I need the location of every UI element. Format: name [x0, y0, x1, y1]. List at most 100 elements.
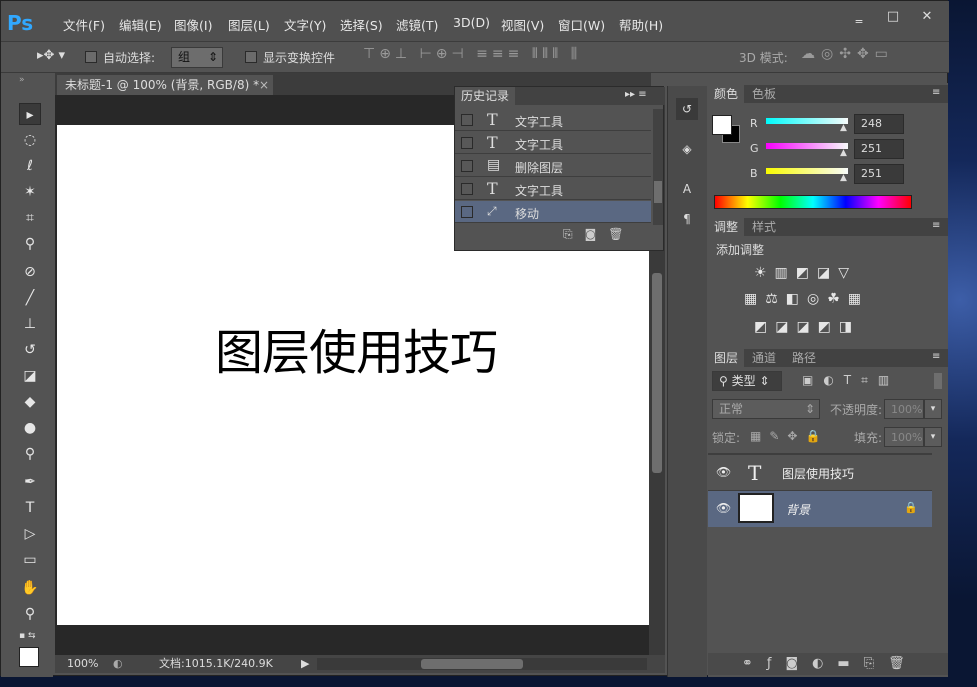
pen-tool-icon[interactable]: ✒	[19, 471, 41, 493]
history-snapshot-box[interactable]	[461, 206, 473, 218]
menu-edit[interactable]: 编辑(E)	[119, 15, 162, 34]
path-select-icon[interactable]: ▷	[19, 523, 41, 545]
character-panel-icon[interactable]: A	[676, 178, 698, 200]
tab-color[interactable]: 颜色	[708, 85, 745, 103]
menu-view[interactable]: 视图(V)	[501, 15, 544, 34]
layer-kind-filter[interactable]: ⚲ 类型 ⇕	[712, 371, 782, 391]
panel-menu-icon[interactable]: ≡	[932, 351, 940, 362]
opacity-input[interactable]: 100%	[884, 399, 924, 419]
paragraph-panel-icon[interactable]: ¶	[676, 208, 698, 230]
visibility-eye-icon[interactable]: 👁	[716, 501, 731, 515]
marquee-tool-icon[interactable]: ◌	[19, 129, 41, 151]
history-item[interactable]: ▤ 删除图层	[455, 155, 651, 177]
default-colors-icon[interactable]: ▪ ⇆	[19, 631, 36, 641]
history-item[interactable]: T 文字工具	[455, 178, 651, 200]
layer-name[interactable]: 背景	[786, 501, 810, 518]
lasso-tool-icon[interactable]: ℓ	[19, 155, 41, 177]
menu-layer[interactable]: 图层(L)	[228, 15, 270, 34]
3d-mode-icons[interactable]: ☁◎✣✥▭	[801, 46, 894, 62]
close-tab-icon[interactable]: ×	[259, 75, 269, 95]
tab-styles[interactable]: 样式	[746, 218, 782, 236]
layers-footer-icons[interactable]: ⚭ƒ◙◐▬⎘🗑	[742, 656, 919, 671]
foreground-color-swatch[interactable]	[712, 115, 732, 135]
history-snapshot-box[interactable]	[461, 137, 473, 149]
stamp-tool-icon[interactable]: ⊥	[19, 313, 41, 335]
canvas-text[interactable]: 图层使用技巧	[215, 313, 498, 383]
magic-wand-tool-icon[interactable]: ✶	[19, 181, 41, 203]
menu-3d[interactable]: 3D(D)	[453, 15, 490, 30]
dropdown-arrow-icon[interactable]: ▾	[924, 427, 942, 447]
share-icon[interactable]: ◐	[113, 655, 123, 673]
history-scroll-thumb[interactable]	[654, 181, 662, 203]
dodge-tool-icon[interactable]: ⚲	[19, 443, 41, 465]
layer-filter-icons[interactable]: ▣◐T⌗▥	[802, 373, 899, 388]
blend-mode-dropdown[interactable]: 正常 ⇕	[712, 399, 820, 419]
auto-select-dropdown[interactable]: 组 ⇕	[171, 47, 223, 68]
blur-tool-icon[interactable]: ●	[19, 417, 41, 439]
layer-row-text[interactable]: 👁 T 图层使用技巧	[708, 455, 932, 491]
panel-menu-icon[interactable]: ▸▸ ≡	[625, 89, 647, 100]
menu-image[interactable]: 图像(I)	[174, 15, 212, 34]
g-value-input[interactable]: 251	[854, 139, 904, 159]
close-button[interactable]: ✕	[907, 7, 947, 27]
zoom-tool-icon[interactable]: ⚲	[19, 603, 41, 625]
status-menu-arrow-icon[interactable]: ▶	[301, 655, 309, 673]
history-footer-icons[interactable]: ⎘◙🗑	[563, 227, 635, 242]
adjustment-icons-row-1[interactable]: ☀▥◩◪▽	[754, 265, 857, 281]
history-snapshot-box[interactable]	[461, 114, 473, 126]
fill-input[interactable]: 100%	[884, 427, 924, 447]
type-tool-icon[interactable]: T	[19, 497, 41, 519]
move-tool-preset-icon[interactable]: ▸✥ ▾	[37, 48, 65, 63]
color-spectrum-bar[interactable]	[714, 195, 912, 209]
history-snapshot-box[interactable]	[461, 183, 473, 195]
b-value-input[interactable]: 251	[854, 164, 904, 184]
healing-brush-icon[interactable]: ⊘	[19, 261, 41, 283]
auto-select-checkbox[interactable]	[85, 51, 97, 63]
tab-swatches[interactable]: 色板	[746, 85, 782, 103]
history-item[interactable]: T 文字工具	[455, 109, 651, 131]
crop-tool-icon[interactable]: ⌗	[19, 207, 41, 229]
dropdown-arrow-icon[interactable]: ▾	[924, 399, 942, 419]
visibility-eye-icon[interactable]: 👁	[716, 465, 731, 479]
zoom-level[interactable]: 100%	[67, 655, 98, 673]
foreground-color-swatch[interactable]	[19, 647, 39, 667]
adjustment-icons-row-3[interactable]: ◩◪◪◩◨	[754, 319, 860, 335]
menu-filter[interactable]: 滤镜(T)	[396, 15, 438, 34]
minimize-button[interactable]: ‗	[843, 7, 875, 27]
history-tab[interactable]: 历史记录	[455, 87, 516, 105]
slider-handle-icon[interactable]: ▲	[840, 148, 847, 158]
layer-row-background[interactable]: 👁 背景 🔒	[708, 491, 932, 527]
maximize-button[interactable]: □	[877, 7, 909, 27]
history-panel-icon[interactable]: ↺	[676, 98, 698, 120]
brush-tool-icon[interactable]: ╱	[19, 287, 41, 309]
tab-adjustments[interactable]: 调整	[708, 218, 745, 236]
align-icons[interactable]: ⊤⊕⊥ ⊢⊕⊣ ≡≡≡ ⦀⦀⦀ ⫼	[363, 46, 581, 62]
paint-bucket-icon[interactable]: ◆	[19, 391, 41, 413]
history-snapshot-box[interactable]	[461, 160, 473, 172]
eraser-tool-icon[interactable]: ◪	[19, 365, 41, 387]
eyedropper-tool-icon[interactable]: ⚲	[19, 233, 41, 255]
menu-type[interactable]: 文字(Y)	[284, 15, 326, 34]
vertical-scroll-thumb[interactable]	[652, 273, 662, 473]
g-slider[interactable]	[766, 143, 848, 149]
history-item[interactable]: T 文字工具	[455, 132, 651, 154]
adjustment-icons-row-2[interactable]: ▦⚖◧◎☘▦	[744, 291, 869, 307]
menu-file[interactable]: 文件(F)	[63, 15, 105, 34]
3d-panel-icon[interactable]: ◈	[676, 138, 698, 160]
slider-handle-icon[interactable]: ▲	[840, 173, 847, 183]
history-item-selected[interactable]: ⤢ 移动	[455, 201, 651, 223]
filter-toggle[interactable]	[934, 373, 942, 389]
horizontal-scroll-thumb[interactable]	[421, 659, 523, 669]
horizontal-scrollbar[interactable]	[317, 658, 647, 670]
hand-tool-icon[interactable]: ✋	[19, 577, 41, 599]
history-scrollbar[interactable]	[653, 109, 663, 225]
tab-channels[interactable]: 通道	[746, 349, 782, 367]
menu-help[interactable]: 帮助(H)	[619, 15, 663, 34]
history-brush-icon[interactable]: ↺	[19, 339, 41, 361]
document-tab[interactable]: 未标题-1 @ 100% (背景, RGB/8) * ×	[57, 75, 273, 95]
slider-handle-icon[interactable]: ▲	[840, 123, 847, 133]
menu-window[interactable]: 窗口(W)	[558, 15, 605, 34]
panel-menu-icon[interactable]: ≡	[932, 87, 940, 98]
menu-select[interactable]: 选择(S)	[340, 15, 383, 34]
lock-icons[interactable]: ▦✎✥🔒	[750, 429, 828, 443]
